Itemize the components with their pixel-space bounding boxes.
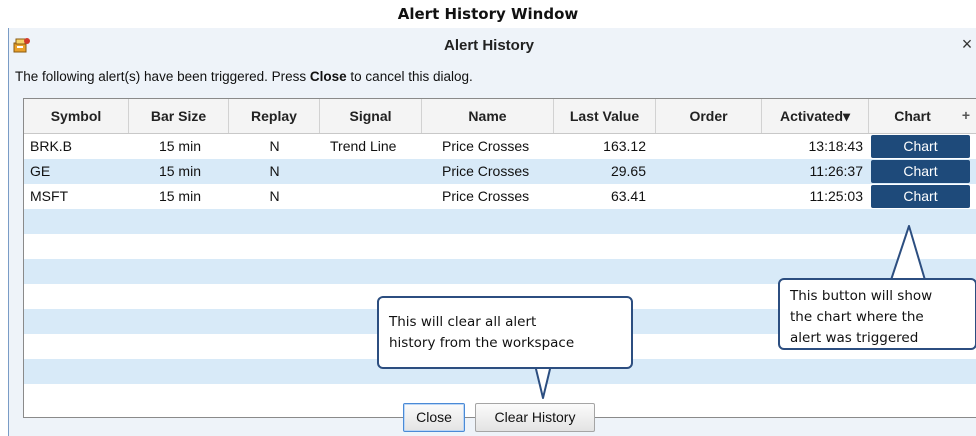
- cell-last-value: 29.65: [610, 163, 646, 179]
- empty-table-row: [24, 234, 976, 259]
- window-title: Alert History: [443, 37, 535, 54]
- cell-symbol: GE: [30, 163, 51, 179]
- cell-order: [656, 184, 762, 209]
- cell-symbol: BRK.B: [30, 138, 73, 154]
- cell-bar-size: 15 min: [158, 138, 201, 154]
- dialog-message: The following alert(s) have been trigger…: [15, 69, 473, 84]
- cell-bar-size: 15 min: [158, 188, 201, 204]
- chart-button[interactable]: Chart: [871, 160, 970, 183]
- cell-replay: N: [269, 163, 280, 179]
- cell-order: [656, 134, 762, 159]
- add-column-icon[interactable]: +: [956, 99, 976, 133]
- clear-history-button[interactable]: Clear History: [475, 403, 595, 432]
- cell-signal: Trend Line: [330, 138, 397, 154]
- alert-table: Symbol Bar Size Replay Signal Name Last Value…: [23, 98, 976, 418]
- callout-line: This will clear all alert: [389, 314, 537, 330]
- callout-line: the chart where the: [790, 309, 924, 325]
- cell-bar-size: 15 min: [158, 163, 201, 179]
- column-header-name[interactable]: Name: [422, 99, 554, 133]
- cell-name: Price Crosses: [442, 138, 530, 154]
- table-row[interactable]: MSFT 15 min N Price Crosses 63.41 11:25:03 Cha…: [24, 184, 976, 209]
- column-header-bar-size[interactable]: Bar Size: [129, 99, 229, 133]
- alert-history-window: Alert History × The following alert(s) h…: [8, 28, 976, 436]
- cell-replay: N: [269, 188, 280, 204]
- chart-button-callout: This button will show the chart where th…: [778, 278, 976, 350]
- chart-button[interactable]: Chart: [871, 135, 970, 158]
- message-text-end: to cancel this dialog.: [346, 69, 473, 84]
- cell-last-value: 63.41: [610, 188, 646, 204]
- callout-line: alert was triggered: [790, 330, 919, 346]
- clear-history-callout: This will clear all alert history from t…: [377, 296, 633, 369]
- chart-callout-pointer: [890, 225, 926, 281]
- cell-name: Price Crosses: [442, 188, 530, 204]
- table-row[interactable]: BRK.B 15 min N Trend Line Price Crosses 163.1…: [24, 134, 976, 159]
- message-text: The following alert(s) have been trigger…: [15, 69, 310, 84]
- close-icon[interactable]: ×: [959, 35, 975, 53]
- table-header: Symbol Bar Size Replay Signal Name Last Value…: [24, 99, 976, 134]
- cell-replay: N: [269, 138, 280, 154]
- column-header-order[interactable]: Order: [656, 99, 762, 133]
- empty-table-row: [24, 209, 976, 234]
- cell-symbol: MSFT: [30, 188, 69, 204]
- cell-signal: [320, 159, 422, 184]
- column-header-chart[interactable]: Chart: [869, 99, 956, 133]
- cell-activated: 11:26:37: [809, 163, 863, 179]
- cell-order: [656, 159, 762, 184]
- table-row[interactable]: GE 15 min N Price Crosses 29.65 11:26:37 Chart: [24, 159, 976, 184]
- chart-button[interactable]: Chart: [871, 185, 970, 208]
- column-header-last-value[interactable]: Last Value: [554, 99, 656, 133]
- title-bar: Alert History ×: [9, 28, 976, 62]
- column-header-replay[interactable]: Replay: [229, 99, 320, 133]
- close-button[interactable]: Close: [403, 403, 465, 432]
- callout-line: history from the workspace: [389, 335, 575, 351]
- column-header-signal[interactable]: Signal: [320, 99, 422, 133]
- message-close-keyword: Close: [309, 69, 347, 84]
- column-header-symbol[interactable]: Symbol: [24, 99, 129, 133]
- document-title: Alert History Window: [397, 5, 579, 23]
- cell-signal: [320, 184, 422, 209]
- callout-line: This button will show: [790, 288, 933, 304]
- cell-name: Price Crosses: [442, 163, 530, 179]
- column-header-activated[interactable]: Activated▾: [762, 99, 869, 133]
- cell-last-value: 163.12: [603, 138, 646, 154]
- cell-activated: 13:18:43: [808, 138, 864, 154]
- cell-activated: 11:25:03: [809, 188, 863, 204]
